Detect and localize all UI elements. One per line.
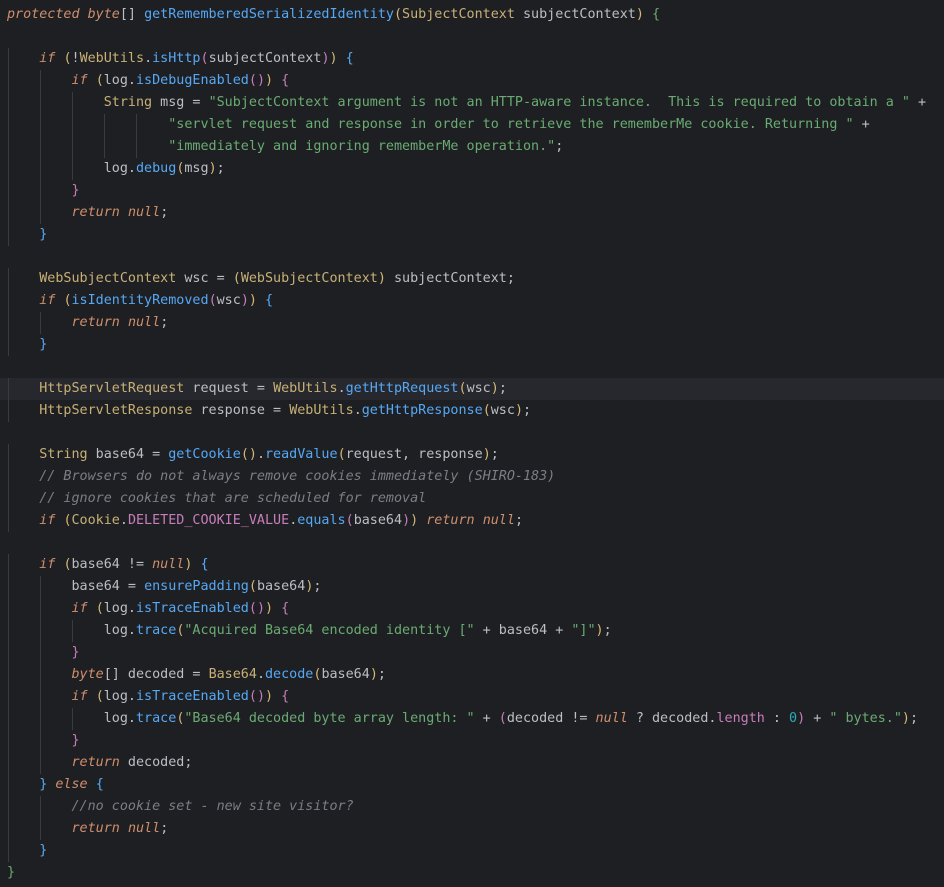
code-text: } [71, 645, 80, 660]
code-line[interactable]: } [0, 862, 944, 884]
code-line[interactable]: log.debug(msg); [0, 158, 944, 180]
code-text: log.trace("Acquired Base64 encoded ident… [7, 623, 612, 638]
code-line[interactable] [0, 422, 944, 444]
code-line[interactable]: } else { [0, 774, 944, 796]
code-text: //no cookie set - new site visitor? [71, 799, 354, 814]
code-text: } [39, 227, 48, 242]
code-line[interactable]: if (log.isTraceEnabled()) { [0, 686, 944, 708]
code-line[interactable]: "immediately and ignoring rememberMe ope… [0, 136, 944, 158]
code-line[interactable]: String base64 = getCookie().readValue(re… [0, 444, 944, 466]
code-line[interactable] [0, 26, 944, 48]
code-text: byte[] decoded = Base64.decode(base64); [71, 667, 386, 682]
code-line[interactable]: if (log.isDebugEnabled()) { [0, 70, 944, 92]
code-line[interactable]: return null; [0, 312, 944, 334]
code-text: return null; [71, 205, 169, 220]
code-text: WebSubjectContext wsc = (WebSubjectConte… [39, 271, 515, 286]
code-line[interactable] [0, 532, 944, 554]
code-line[interactable]: } [0, 334, 944, 356]
code-line[interactable]: byte[] decoded = Base64.decode(base64); [0, 664, 944, 686]
code-line[interactable] [0, 356, 944, 378]
code-text: if (log.isTraceEnabled()) { [71, 601, 290, 616]
code-text: return null; [71, 821, 169, 836]
code-line[interactable]: if (log.isTraceEnabled()) { [0, 598, 944, 620]
code-line[interactable]: log.trace("Acquired Base64 encoded ident… [0, 620, 944, 642]
code-text: return decoded; [71, 755, 193, 770]
code-line[interactable]: } [0, 642, 944, 664]
code-text: protected byte[] getRememberedSerialized… [7, 7, 661, 22]
code-text: if (log.isTraceEnabled()) { [71, 689, 290, 704]
code-line[interactable]: "servlet request and response in order t… [0, 114, 944, 136]
code-text: log.trace("Base64 decoded byte array len… [7, 711, 919, 726]
code-line[interactable]: return null; [0, 818, 944, 840]
code-line[interactable]: if (isIdentityRemoved(wsc)) { [0, 290, 944, 312]
code-line[interactable]: if (!WebUtils.isHttp(subjectContext)) { [0, 48, 944, 70]
code-editor[interactable]: protected byte[] getRememberedSerialized… [0, 4, 944, 884]
code-text: } [39, 337, 48, 352]
code-text: log.debug(msg); [7, 161, 225, 176]
code-text: } else { [39, 777, 104, 792]
code-text: if (isIdentityRemoved(wsc)) { [39, 293, 274, 308]
code-text: String base64 = getCookie().readValue(re… [39, 447, 499, 462]
code-text: if (Cookie.DELETED_COOKIE_VALUE.equals(b… [39, 513, 523, 528]
code-text: if (!WebUtils.isHttp(subjectContext)) { [39, 51, 354, 66]
code-line[interactable]: String msg = "SubjectContext argument is… [0, 92, 944, 114]
code-line[interactable]: // ignore cookies that are scheduled for… [0, 488, 944, 510]
code-text: } [7, 865, 16, 880]
code-line[interactable]: } [0, 840, 944, 862]
code-text: "immediately and ignoring rememberMe ope… [168, 139, 564, 154]
code-line[interactable]: HttpServletResponse response = WebUtils.… [0, 400, 944, 422]
code-text: base64 = ensurePadding(base64); [7, 579, 322, 594]
code-line[interactable]: log.trace("Base64 decoded byte array len… [0, 708, 944, 730]
code-line[interactable] [0, 246, 944, 268]
code-line[interactable]: // Browsers do not always remove cookies… [0, 466, 944, 488]
code-line[interactable]: } [0, 224, 944, 246]
code-text: HttpServletRequest request = WebUtils.ge… [39, 381, 507, 396]
code-text: HttpServletResponse response = WebUtils.… [39, 403, 532, 418]
code-line[interactable]: } [0, 730, 944, 752]
code-text: } [39, 843, 48, 858]
code-text: // ignore cookies that are scheduled for… [39, 491, 427, 506]
code-text: } [71, 183, 80, 198]
code-line[interactable]: return null; [0, 202, 944, 224]
code-line[interactable]: WebSubjectContext wsc = (WebSubjectConte… [0, 268, 944, 290]
code-line[interactable]: } [0, 180, 944, 202]
code-text: return null; [71, 315, 169, 330]
code-line[interactable]: base64 = ensurePadding(base64); [0, 576, 944, 598]
code-text: "servlet request and response in order t… [168, 117, 870, 132]
code-line[interactable]: //no cookie set - new site visitor? [0, 796, 944, 818]
code-line[interactable]: protected byte[] getRememberedSerialized… [0, 4, 944, 26]
code-line[interactable]: HttpServletRequest request = WebUtils.ge… [0, 378, 944, 400]
code-line[interactable]: return decoded; [0, 752, 944, 774]
code-line[interactable]: if (base64 != null) { [0, 554, 944, 576]
code-line[interactable]: if (Cookie.DELETED_COOKIE_VALUE.equals(b… [0, 510, 944, 532]
code-text: String msg = "SubjectContext argument is… [103, 95, 927, 110]
code-text: if (log.isDebugEnabled()) { [71, 73, 290, 88]
code-text: } [71, 733, 80, 748]
code-text: // Browsers do not always remove cookies… [39, 469, 556, 484]
code-text: if (base64 != null) { [39, 557, 209, 572]
